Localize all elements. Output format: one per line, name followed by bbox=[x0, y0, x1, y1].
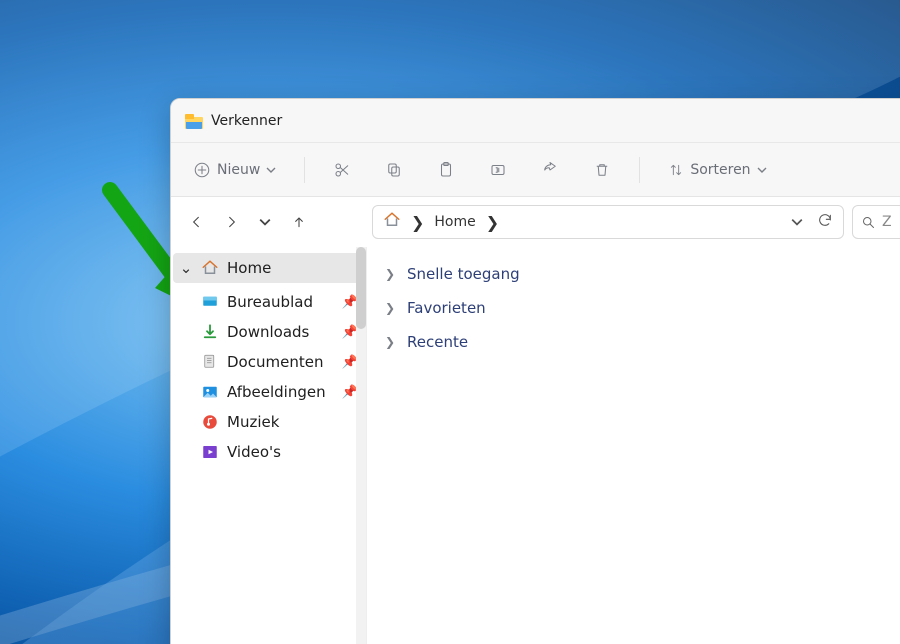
delete-button[interactable] bbox=[587, 157, 617, 183]
back-button[interactable] bbox=[187, 212, 207, 232]
search-placeholder: Z bbox=[882, 214, 892, 230]
documents-icon bbox=[201, 353, 219, 371]
arrow-up-icon bbox=[291, 214, 307, 230]
sidebar-item-label: Documenten bbox=[227, 353, 323, 371]
refresh-icon bbox=[817, 212, 833, 228]
chevron-down-icon bbox=[791, 216, 803, 228]
pictures-icon bbox=[201, 383, 219, 401]
sidebar-item-videos[interactable]: Video's bbox=[171, 437, 366, 467]
new-label: Nieuw bbox=[217, 162, 260, 178]
group-recent[interactable]: ❯ Recente bbox=[385, 325, 900, 359]
sidebar-item-label: Afbeeldingen bbox=[227, 383, 326, 401]
explorer-app-icon bbox=[185, 113, 203, 129]
group-label: Favorieten bbox=[407, 299, 486, 317]
paste-button[interactable] bbox=[431, 157, 461, 183]
sidebar-item-documents[interactable]: Documenten 📌 bbox=[171, 347, 366, 377]
sidebar: ⌄ Home Bureaublad 📌 Downloads 📌 bbox=[171, 247, 367, 644]
group-label: Snelle toegang bbox=[407, 265, 520, 283]
sidebar-item-label: Bureaublad bbox=[227, 293, 313, 311]
sidebar-item-downloads[interactable]: Downloads 📌 bbox=[171, 317, 366, 347]
sort-icon bbox=[668, 162, 684, 178]
new-button[interactable]: Nieuw bbox=[187, 157, 282, 183]
titlebar[interactable]: Verkenner bbox=[171, 99, 900, 143]
trash-icon bbox=[593, 161, 611, 179]
chevron-right-icon: ❯ bbox=[385, 335, 395, 349]
share-button[interactable] bbox=[535, 157, 565, 183]
content-pane: ❯ Snelle toegang ❯ Favorieten ❯ Recente bbox=[367, 247, 900, 644]
sidebar-home-label: Home bbox=[227, 259, 271, 277]
chevron-right-icon: ❯ bbox=[385, 267, 395, 281]
sidebar-item-music[interactable]: Muziek bbox=[171, 407, 366, 437]
breadcrumb-separator: ❯ bbox=[486, 213, 499, 232]
toolbar: Nieuw Sorteren bbox=[171, 143, 900, 197]
desktop-icon bbox=[201, 293, 219, 311]
chevron-down-icon[interactable]: ⌄ bbox=[179, 259, 193, 277]
address-bar[interactable]: ❯ Home ❯ bbox=[372, 205, 844, 239]
explorer-window: Verkenner Nieuw Sorteren bbox=[170, 98, 900, 644]
copy-button[interactable] bbox=[379, 157, 409, 183]
recent-locations-button[interactable] bbox=[255, 212, 275, 232]
breadcrumb-home[interactable]: Home bbox=[434, 214, 475, 230]
share-icon bbox=[541, 161, 559, 179]
plus-circle-icon bbox=[193, 161, 211, 179]
chevron-right-icon: ❯ bbox=[385, 301, 395, 315]
chevron-down-icon bbox=[266, 165, 276, 175]
sidebar-item-desktop[interactable]: Bureaublad 📌 bbox=[171, 287, 366, 317]
home-icon bbox=[383, 211, 401, 233]
sidebar-item-pictures[interactable]: Afbeeldingen 📌 bbox=[171, 377, 366, 407]
group-quick-access[interactable]: ❯ Snelle toegang bbox=[385, 257, 900, 291]
forward-button[interactable] bbox=[221, 212, 241, 232]
sidebar-item-home[interactable]: ⌄ Home bbox=[173, 253, 360, 283]
clipboard-icon bbox=[437, 161, 455, 179]
address-history-button[interactable] bbox=[791, 213, 803, 232]
cut-button[interactable] bbox=[327, 157, 357, 183]
search-icon bbox=[861, 215, 876, 230]
sidebar-scrollbar[interactable] bbox=[356, 247, 366, 644]
group-favorites[interactable]: ❯ Favorieten bbox=[385, 291, 900, 325]
sort-button[interactable]: Sorteren bbox=[662, 158, 772, 182]
music-icon bbox=[201, 413, 219, 431]
refresh-button[interactable] bbox=[817, 212, 833, 232]
videos-icon bbox=[201, 443, 219, 461]
up-button[interactable] bbox=[289, 212, 309, 232]
rename-icon bbox=[489, 161, 507, 179]
search-box[interactable]: Z bbox=[852, 205, 900, 239]
sort-label: Sorteren bbox=[690, 162, 750, 178]
download-icon bbox=[201, 323, 219, 341]
scissors-icon bbox=[333, 161, 351, 179]
window-title: Verkenner bbox=[211, 113, 282, 129]
rename-button[interactable] bbox=[483, 157, 513, 183]
group-label: Recente bbox=[407, 333, 468, 351]
sidebar-item-label: Downloads bbox=[227, 323, 309, 341]
sidebar-item-label: Muziek bbox=[227, 413, 279, 431]
chevron-down-icon bbox=[757, 165, 767, 175]
chevron-down-icon bbox=[259, 216, 271, 228]
breadcrumb-separator: ❯ bbox=[411, 213, 424, 232]
toolbar-divider bbox=[304, 157, 305, 183]
arrow-right-icon bbox=[223, 214, 239, 230]
copy-icon bbox=[385, 161, 403, 179]
toolbar-divider bbox=[639, 157, 640, 183]
arrow-left-icon bbox=[189, 214, 205, 230]
nav-row: ❯ Home ❯ Z bbox=[171, 197, 900, 247]
home-icon bbox=[201, 259, 219, 277]
sidebar-item-label: Video's bbox=[227, 443, 281, 461]
